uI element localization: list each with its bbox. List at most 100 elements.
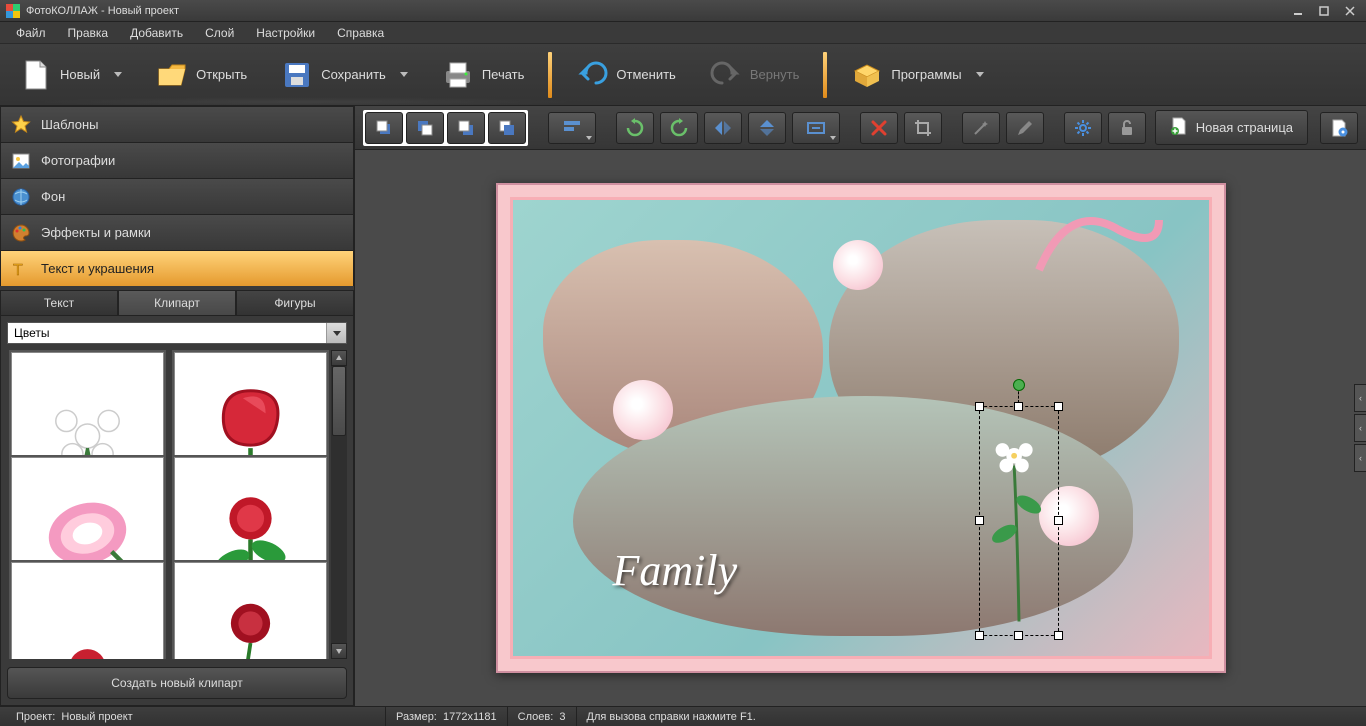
lock-button[interactable]: [1108, 112, 1146, 144]
clipart-thumb[interactable]: [174, 562, 327, 659]
rotate-right-button[interactable]: [660, 112, 698, 144]
bring-forward-button[interactable]: [406, 112, 444, 144]
clipart-thumb[interactable]: [11, 562, 164, 659]
send-back-button[interactable]: [488, 112, 526, 144]
resize-handle[interactable]: [1054, 631, 1063, 640]
new-button[interactable]: Новый: [10, 53, 132, 97]
window-title: ФотоКОЛЛАЖ - Новый проект: [26, 5, 1288, 17]
menu-help[interactable]: Справка: [327, 24, 394, 42]
globe-icon: [11, 187, 31, 207]
toolbar-separator: [548, 52, 552, 98]
page-settings-button[interactable]: [1320, 112, 1358, 144]
text-icon: T: [11, 259, 31, 279]
rose-decor[interactable]: [613, 380, 673, 440]
subtab-text[interactable]: Текст: [0, 290, 118, 315]
status-size: Размер: 1772x1181: [386, 707, 508, 726]
main-toolbar: Новый Открыть Сохранить Печать Отменить …: [0, 44, 1366, 106]
rose-decor[interactable]: [833, 240, 883, 290]
resize-handle[interactable]: [975, 631, 984, 640]
ribbon-decor[interactable]: [1029, 210, 1169, 290]
delete-button[interactable]: [860, 112, 898, 144]
menu-file[interactable]: Файл: [6, 24, 56, 42]
open-label: Открыть: [196, 67, 247, 82]
clipart-scrollbar[interactable]: [331, 350, 347, 659]
edge-tab[interactable]: ‹: [1354, 414, 1366, 442]
box-icon: [851, 59, 883, 91]
caret-icon: [830, 136, 836, 140]
right-edge-panel: ‹ ‹ ‹: [1354, 384, 1366, 472]
edge-tab[interactable]: ‹: [1354, 384, 1366, 412]
wand-button[interactable]: [962, 112, 1000, 144]
minimize-button[interactable]: [1288, 4, 1308, 18]
selection-box[interactable]: [979, 406, 1059, 636]
canvas-toolbar: Новая страница: [355, 106, 1366, 150]
subtabs: Текст Клипарт Фигуры: [0, 290, 354, 315]
align-button[interactable]: [548, 112, 596, 144]
dropdown-arrow-icon[interactable]: [326, 323, 346, 343]
page-plus-icon: [1170, 117, 1188, 138]
sidebar-item-effects[interactable]: Эффекты и рамки: [0, 214, 354, 250]
resize-handle[interactable]: [1014, 631, 1023, 640]
open-button[interactable]: Открыть: [146, 53, 257, 97]
save-button[interactable]: Сохранить: [271, 53, 418, 97]
create-clipart-button[interactable]: Создать новый клипарт: [7, 667, 347, 699]
clipart-category-dropdown[interactable]: [7, 322, 347, 344]
crop-button[interactable]: [904, 112, 942, 144]
edit-button[interactable]: [1006, 112, 1044, 144]
titlebar: ФотоКОЛЛАЖ - Новый проект: [0, 0, 1366, 22]
rotate-left-button[interactable]: [616, 112, 654, 144]
sidebar-item-background[interactable]: Фон: [0, 178, 354, 214]
sidebar-item-text-decor[interactable]: T Текст и украшения: [0, 250, 354, 286]
caret-icon: [586, 136, 592, 140]
layer-order-group: [363, 110, 528, 146]
redo-label: Вернуть: [750, 67, 800, 82]
clipart-grid: [7, 350, 331, 659]
settings-gear-button[interactable]: [1064, 112, 1102, 144]
fit-button[interactable]: [792, 112, 840, 144]
undo-button[interactable]: Отменить: [566, 53, 685, 97]
caret-icon: [114, 72, 122, 77]
edge-tab[interactable]: ‹: [1354, 444, 1366, 472]
menu-edit[interactable]: Правка: [58, 24, 119, 42]
redo-button[interactable]: Вернуть: [700, 53, 810, 97]
collage-page[interactable]: Family: [496, 183, 1226, 673]
print-button[interactable]: Печать: [432, 53, 535, 97]
maximize-button[interactable]: [1314, 4, 1334, 18]
send-backward-button[interactable]: [447, 112, 485, 144]
svg-text:T: T: [13, 262, 23, 279]
photo-icon: [11, 151, 31, 171]
clipart-category-input[interactable]: [8, 326, 326, 340]
side-panel: Шаблоны Фотографии Фон Эффекты и рамки T…: [0, 106, 355, 706]
sidebar-label: Фон: [41, 189, 65, 204]
scroll-thumb[interactable]: [332, 366, 346, 436]
clipart-panel: Создать новый клипарт: [0, 315, 354, 706]
new-label: Новый: [60, 67, 100, 82]
scroll-down-icon[interactable]: [331, 643, 347, 659]
new-page-button[interactable]: Новая страница: [1155, 110, 1308, 145]
close-button[interactable]: [1340, 4, 1360, 18]
sidebar-item-templates[interactable]: Шаблоны: [0, 106, 354, 142]
menu-settings[interactable]: Настройки: [246, 24, 325, 42]
menu-layer[interactable]: Слой: [195, 24, 244, 42]
rotate-handle[interactable]: [1013, 379, 1025, 391]
sidebar-label: Эффекты и рамки: [41, 225, 151, 240]
subtab-shapes[interactable]: Фигуры: [236, 290, 354, 315]
status-help-hint: Для вызова справки нажмите F1.: [577, 707, 1361, 726]
redo-icon: [710, 59, 742, 91]
subtab-clipart[interactable]: Клипарт: [118, 290, 236, 315]
menu-add[interactable]: Добавить: [120, 24, 193, 42]
sidebar-item-photos[interactable]: Фотографии: [0, 142, 354, 178]
flip-horizontal-button[interactable]: [704, 112, 742, 144]
save-icon: [281, 59, 313, 91]
bring-front-button[interactable]: [365, 112, 403, 144]
canvas-viewport[interactable]: Family ‹ ‹ ‹: [355, 150, 1366, 706]
status-layers: Слоев: 3: [508, 707, 577, 726]
programs-button[interactable]: Программы: [841, 53, 993, 97]
menubar: Файл Правка Добавить Слой Настройки Спра…: [0, 22, 1366, 44]
scroll-up-icon[interactable]: [331, 350, 347, 366]
new-page-label: Новая страница: [1196, 120, 1293, 135]
folder-open-icon: [156, 59, 188, 91]
sidebar-label: Фотографии: [41, 153, 115, 168]
caret-icon: [976, 72, 984, 77]
flip-vertical-button[interactable]: [748, 112, 786, 144]
